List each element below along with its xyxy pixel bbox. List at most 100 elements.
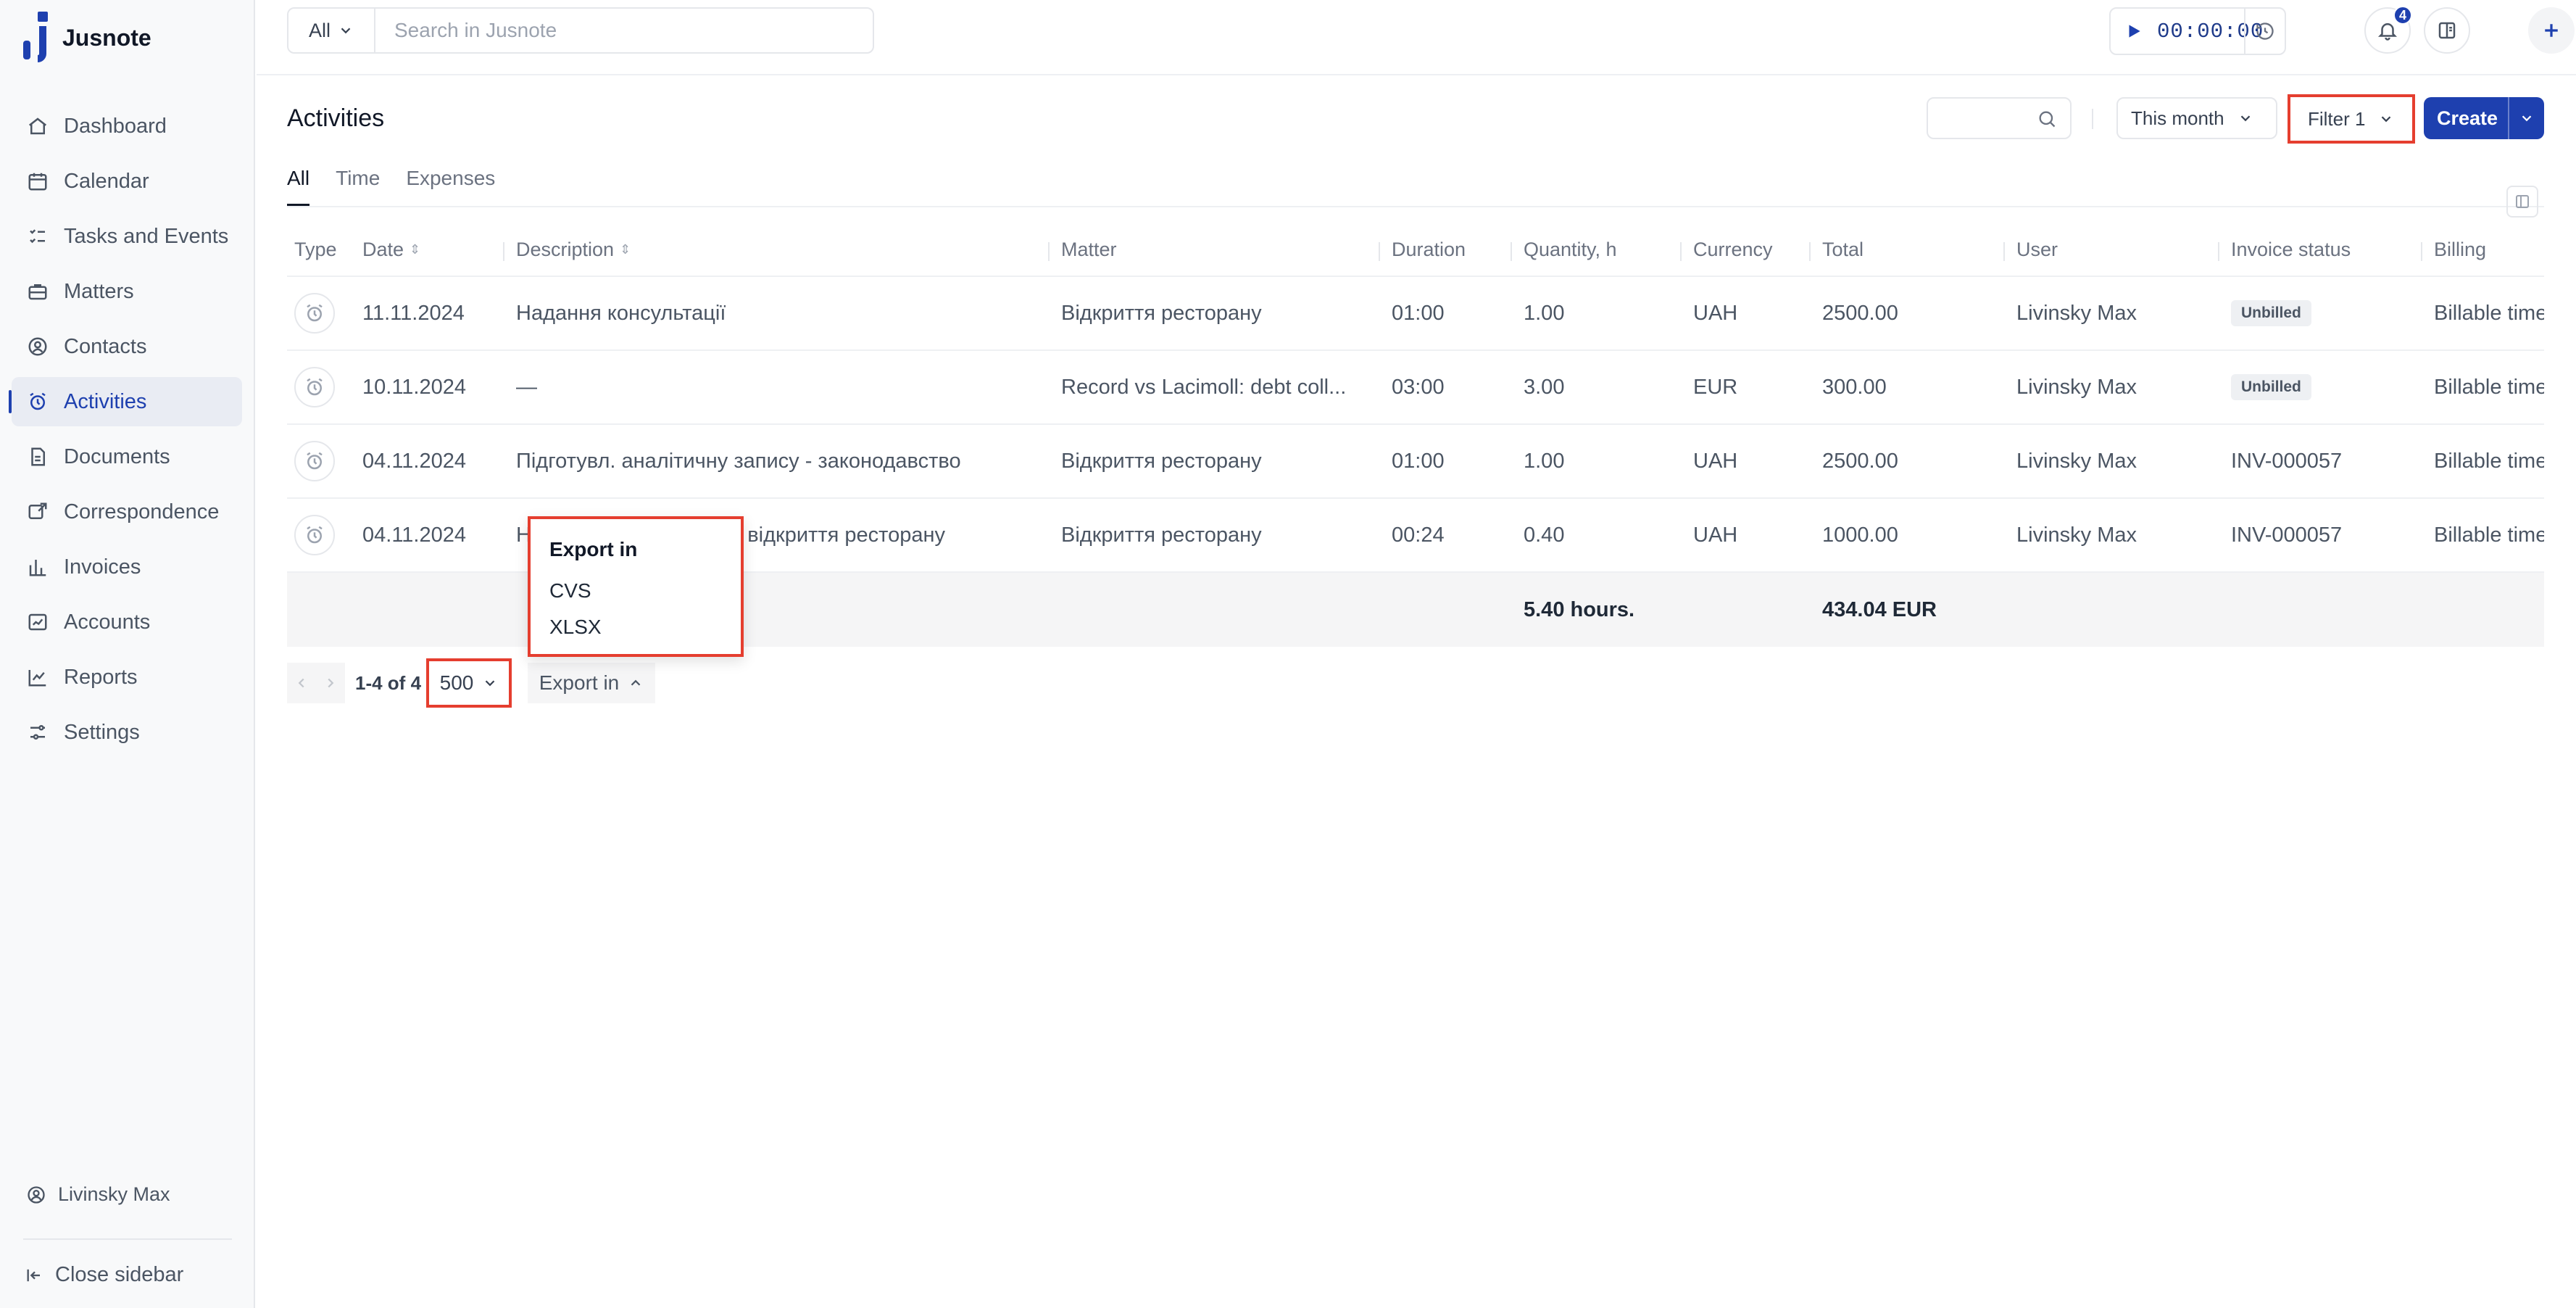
sidebar-item-invoices[interactable]: Invoices <box>12 542 242 592</box>
column-divider <box>2003 242 2005 261</box>
cell-value: 11.11.2024 <box>362 301 465 325</box>
sidebar-item-label: Matters <box>64 279 134 303</box>
table-header-row: Type Date ⇕ Description ⇕ Matter Duration Quant… <box>287 223 2544 277</box>
period-select[interactable]: This month <box>2116 97 2277 139</box>
brand[interactable]: Jusnote <box>23 9 151 67</box>
create-button[interactable]: Create <box>2424 97 2544 139</box>
chevron-up-icon <box>631 679 641 686</box>
cell-total: 2500.00 <box>1822 425 1898 497</box>
cell-duration: 00:24 <box>1392 499 1445 571</box>
column-header-description[interactable]: Description ⇕ <box>503 223 631 276</box>
export-option-cvs[interactable]: CVS <box>549 573 722 609</box>
search-icon <box>2039 111 2056 128</box>
sidebar-item-activities[interactable]: Activities <box>9 377 242 426</box>
cell-value: Відкриття ресторану <box>1061 523 1262 547</box>
book-icon <box>2438 22 2456 39</box>
cell-value: INV-000057 <box>2231 523 2343 547</box>
column-divider <box>1680 242 1682 261</box>
page-size-select[interactable]: 500 <box>426 658 512 708</box>
sidebar-item-matters[interactable]: Matters <box>12 267 242 316</box>
column-divider <box>1048 242 1050 261</box>
filter-select[interactable]: Filter 1 <box>2288 94 2415 144</box>
sidebar-item-contacts[interactable]: Contacts <box>12 322 242 371</box>
cell-description: Підготувл. аналітичну запису - законодав… <box>516 425 961 497</box>
column-header-label: Invoice status <box>2231 238 2351 260</box>
cell-date: 11.11.2024 <box>362 277 465 349</box>
column-header-currency[interactable]: Currency <box>1680 223 1773 276</box>
sidebar-item-accounts[interactable]: Accounts <box>12 597 242 647</box>
cell-value: UAH <box>1693 523 1738 547</box>
cell-total: 2500.00 <box>1822 277 1898 349</box>
quick-add-button[interactable] <box>2528 7 2575 54</box>
column-header-label: Description <box>516 238 615 260</box>
sidebar-item-dashboard[interactable]: Dashboard <box>12 102 242 151</box>
next-page-button[interactable] <box>316 663 345 703</box>
tab-all[interactable]: All <box>287 167 310 206</box>
cell-value: UAH <box>1693 449 1738 473</box>
column-header-quantity[interactable]: Quantity, h <box>1511 223 1617 276</box>
cell-quantity: 1.00 <box>1524 425 1564 497</box>
column-divider <box>1511 242 1512 261</box>
column-divider <box>2421 242 2422 261</box>
timer-play-button[interactable] <box>2111 22 2157 41</box>
play-icon <box>2129 25 2140 38</box>
sidebar-divider <box>23 1238 232 1240</box>
notifications-button[interactable]: 4 <box>2364 6 2412 54</box>
collapse-left-icon <box>27 1269 40 1281</box>
sidebar-item-calendar[interactable]: Calendar <box>12 157 242 206</box>
search-input[interactable] <box>375 9 873 52</box>
total-amount: 434.04 EUR <box>1822 597 1937 621</box>
sidebar-item-documents[interactable]: Documents <box>12 432 242 481</box>
tab-expenses[interactable]: Expenses <box>406 167 495 206</box>
sidebar-item-correspondence[interactable]: Correspondence <box>12 487 242 537</box>
column-header-type[interactable]: Type <box>294 223 337 276</box>
column-header-label: Date <box>362 238 404 260</box>
column-header-total[interactable]: Total <box>1809 223 1864 276</box>
sidebar-item-settings[interactable]: Settings <box>12 708 242 757</box>
column-header-label: Total <box>1822 238 1864 260</box>
sidebar-item-tasks-and-events[interactable]: Tasks and Events <box>12 212 242 261</box>
create-dropdown-button[interactable] <box>2508 97 2544 139</box>
column-header-user[interactable]: User <box>2003 223 2058 276</box>
column-settings-button[interactable] <box>2506 186 2538 218</box>
prev-page-button[interactable] <box>287 663 316 703</box>
column-header-matter[interactable]: Matter <box>1048 223 1117 276</box>
cell-type <box>294 499 335 571</box>
search-scope-select[interactable]: All <box>288 9 375 52</box>
cell-user: Livinsky Max <box>2016 277 2137 349</box>
column-header-billing[interactable]: Billing <box>2421 223 2486 276</box>
cell-billing: Billable time <box>2434 499 2544 571</box>
panel-toggle-button[interactable] <box>2424 7 2470 54</box>
table-row[interactable]: 10.11.2024 — Record vs Lacimoll: debt coll… <box>287 351 2544 425</box>
export-option-xlsx[interactable]: XLSX <box>549 609 722 645</box>
sidebar-item-reports[interactable]: Reports <box>12 653 242 702</box>
create-label: Create <box>2437 107 2498 129</box>
cell-user: Livinsky Max <box>2016 499 2137 571</box>
export-menu-title: Export in <box>549 538 638 560</box>
alarm-icon <box>26 390 49 413</box>
sidebar-item-label: Invoices <box>64 555 141 579</box>
export-button[interactable]: Export in <box>528 663 655 703</box>
chevron-down-icon <box>2240 115 2250 122</box>
cell-value: Billable time <box>2434 375 2544 399</box>
cell-value: INV-000057 <box>2231 449 2343 473</box>
activities-search[interactable] <box>1927 97 2072 139</box>
table-row[interactable]: 04.11.2024 Підготувл. аналітичну запису -… <box>287 425 2544 499</box>
column-header-label: Quantity, h <box>1524 238 1617 260</box>
table-row[interactable]: 11.11.2024 Надання консультації Відкриття … <box>287 277 2544 351</box>
user-icon <box>28 1185 45 1204</box>
sidebar-user[interactable]: Livinsky Max <box>26 1183 170 1206</box>
column-header-label: Currency <box>1693 238 1773 260</box>
sidebar-item-label: Reports <box>64 665 138 689</box>
column-header-duration[interactable]: Duration <box>1379 223 1466 276</box>
close-sidebar-button[interactable]: Close sidebar <box>25 1263 183 1287</box>
topbar: All 00:00:00 4 <box>257 0 2576 75</box>
timer-history-button[interactable] <box>2244 9 2285 54</box>
history-icon <box>2256 22 2274 40</box>
column-header-invoice-status[interactable]: Invoice status <box>2218 223 2351 276</box>
tab-time[interactable]: Time <box>336 167 380 206</box>
cell-matter: Відкриття ресторану <box>1061 499 1366 571</box>
column-header-date[interactable]: Date ⇕ <box>362 223 420 276</box>
alarm-icon <box>294 367 335 407</box>
sidebar-item-label: Activities <box>64 389 147 413</box>
